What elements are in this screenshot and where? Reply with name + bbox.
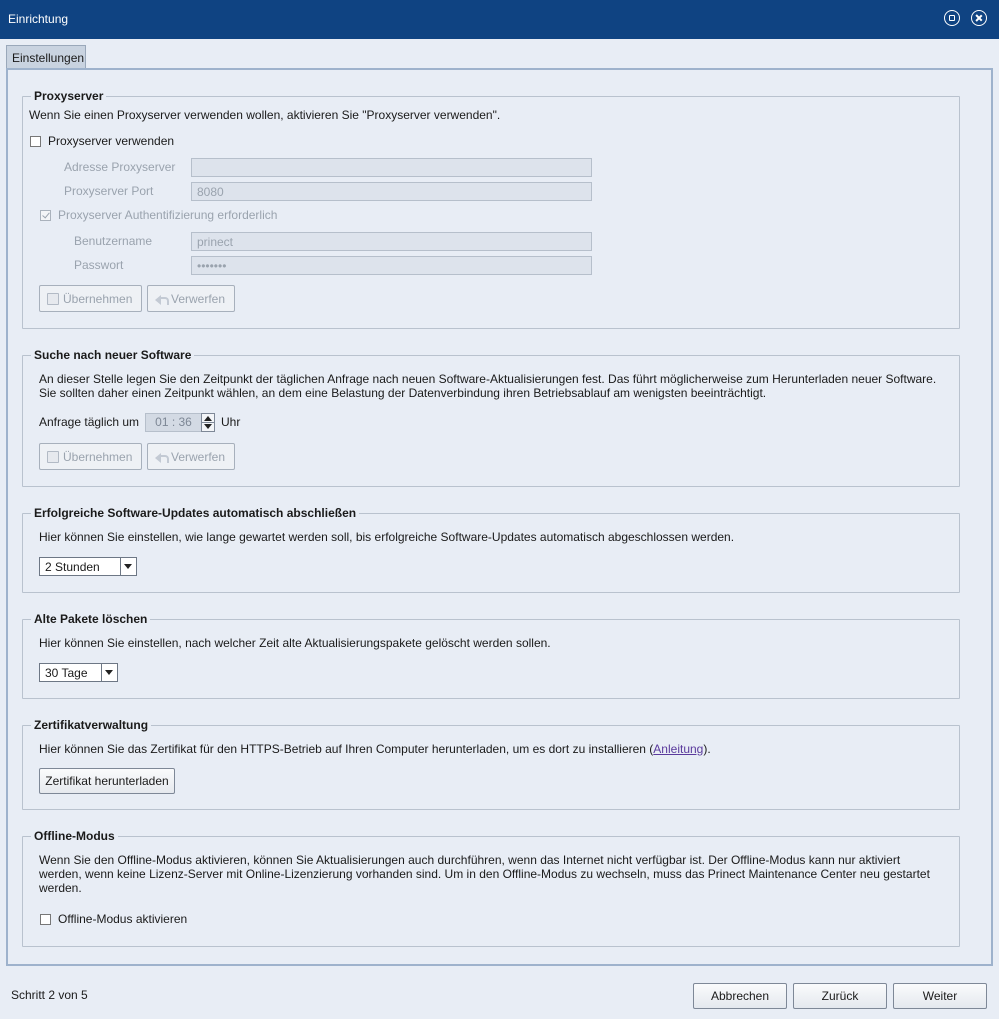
packages-section: Alte Pakete löschen	[22, 612, 960, 699]
step-indicator: Schritt 2 von 5	[11, 988, 88, 1002]
title-bar: Einrichtung	[0, 0, 999, 39]
time-spinner-arrows[interactable]	[201, 413, 215, 432]
software-discard-button[interactable]: Verwerfen	[147, 443, 235, 470]
offline-description-line3: werden.	[39, 881, 82, 895]
certificate-description-before: Hier können Sie das Zertifikat für den H…	[39, 742, 654, 756]
software-description-line1: An dieser Stelle legen Sie den Zeitpunkt…	[39, 372, 937, 386]
save-icon	[47, 292, 59, 305]
proxy-discard-label: Verwerfen	[171, 291, 226, 306]
offline-description-line2: werden, wenn keine Lizenz-Server mit Onl…	[39, 867, 930, 881]
certificate-section: Zertifikatverwaltung	[22, 718, 960, 810]
proxy-apply-label: Übernehmen	[63, 291, 133, 306]
software-legend: Suche nach neuer Software	[34, 348, 192, 362]
instructions-link[interactable]: Anleitung	[653, 742, 703, 756]
packages-age-value: 30 Tage	[45, 666, 88, 680]
time-spinner-input[interactable]: 01 : 36	[145, 413, 202, 432]
updates-legend: Erfolgreiche Software-Updates automatisc…	[34, 506, 357, 520]
offline-section: Offline-Modus	[22, 829, 960, 947]
offline-mode-label: Offline-Modus aktivieren	[58, 912, 188, 926]
software-apply-label: Übernehmen	[63, 449, 133, 464]
download-certificate-button[interactable]: Zertifikat herunterladen	[39, 768, 175, 794]
updates-section: Erfolgreiche Software-Updates automatisc…	[22, 506, 960, 593]
proxy-auth-label: Proxyserver Authentifizierung erforderli…	[58, 208, 278, 222]
packages-age-select[interactable]: 30 Tage	[39, 663, 118, 682]
undo-icon	[155, 293, 169, 305]
packages-legend: Alte Pakete löschen	[34, 612, 148, 626]
updates-duration-value: 2 Stunden	[45, 560, 100, 574]
username-label: Benutzername	[74, 234, 153, 248]
window-title: Einrichtung	[8, 12, 69, 26]
certificate-description: Hier können Sie das Zertifikat für den H…	[39, 742, 711, 756]
cancel-button[interactable]: Abbrechen	[693, 983, 787, 1009]
maximize-icon[interactable]	[944, 10, 960, 26]
proxy-address-label: Adresse Proxyserver	[64, 160, 176, 174]
username-input[interactable]: prinect	[191, 232, 592, 251]
proxy-apply-button[interactable]: Übernehmen	[39, 285, 142, 312]
use-proxy-label: Proxyserver verwenden	[48, 134, 175, 148]
offline-description-line1: Wenn Sie den Offline-Modus aktivieren, k…	[39, 853, 901, 867]
chevron-down-icon[interactable]	[101, 664, 117, 681]
close-icon[interactable]	[971, 10, 987, 26]
proxy-auth-checkbox[interactable]	[40, 210, 51, 221]
updates-description: Hier können Sie einstellen, wie lange ge…	[39, 530, 735, 544]
spin-up-icon[interactable]	[204, 416, 212, 421]
next-button[interactable]: Weiter	[893, 983, 987, 1009]
tab-einstellungen[interactable]: Einstellungen	[6, 45, 86, 68]
proxy-discard-button[interactable]: Verwerfen	[147, 285, 235, 312]
password-label: Passwort	[74, 258, 124, 272]
certificate-description-after: ).	[703, 742, 711, 756]
packages-description: Hier können Sie einstellen, nach welcher…	[39, 636, 551, 650]
proxy-address-input[interactable]	[191, 158, 592, 177]
back-button[interactable]: Zurück	[793, 983, 887, 1009]
offline-legend: Offline-Modus	[34, 829, 115, 843]
time-unit-label: Uhr	[221, 415, 241, 429]
proxy-port-label: Proxyserver Port	[64, 184, 154, 198]
proxy-legend: Proxyserver	[34, 89, 104, 103]
spin-divider	[202, 422, 214, 423]
software-description-line2: Sie sollten daher einen Zeitpunkt wählen…	[39, 386, 767, 400]
daily-label: Anfrage täglich um	[39, 415, 140, 429]
password-input[interactable]: •••••••	[191, 256, 592, 275]
software-discard-label: Verwerfen	[171, 449, 226, 464]
offline-mode-checkbox[interactable]	[40, 914, 51, 925]
updates-duration-select[interactable]: 2 Stunden	[39, 557, 137, 576]
certificate-legend: Zertifikatverwaltung	[34, 718, 149, 732]
software-apply-button[interactable]: Übernehmen	[39, 443, 142, 470]
proxy-description: Wenn Sie einen Proxyserver verwenden wol…	[29, 108, 501, 122]
proxy-port-input[interactable]: 8080	[191, 182, 592, 201]
spin-down-icon[interactable]	[204, 424, 212, 429]
use-proxy-checkbox[interactable]	[30, 136, 41, 147]
chevron-down-icon[interactable]	[120, 558, 136, 575]
save-icon	[47, 450, 59, 463]
undo-icon	[155, 451, 169, 463]
